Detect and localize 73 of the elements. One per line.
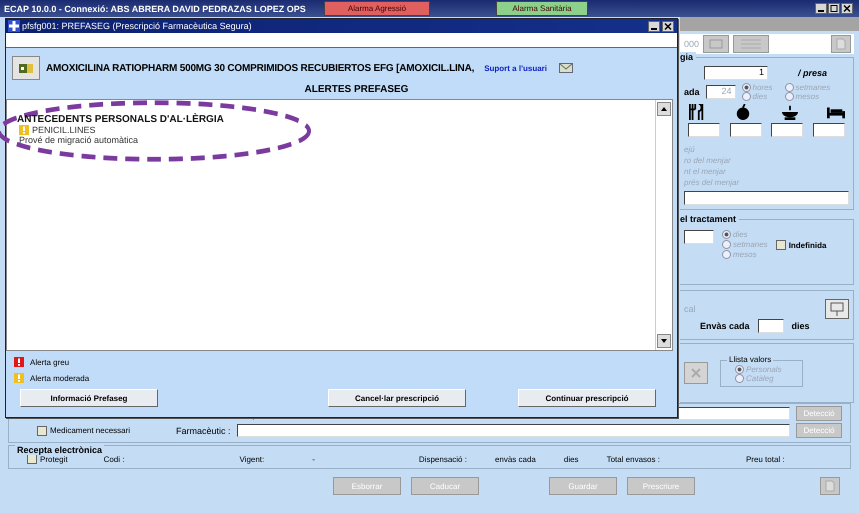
meal-field[interactable] — [812, 123, 845, 137]
every-label: Envàs cada — [700, 321, 750, 331]
unit-radio[interactable]: hores — [742, 83, 773, 92]
close-button[interactable] — [841, 3, 853, 14]
device-icon[interactable] — [825, 299, 849, 319]
alarm-button[interactable]: Alarma Sanitària — [496, 1, 588, 16]
unit-radio[interactable]: setmanes — [784, 83, 830, 92]
alerts-heading: ALERTES PREFASEG — [304, 83, 408, 97]
meal-field[interactable] — [688, 123, 720, 137]
prescription-field-label: - — [312, 454, 315, 464]
group-label: Llista valors — [727, 354, 774, 364]
document-icon[interactable] — [828, 35, 854, 53]
unit-radio[interactable]: mesos — [784, 92, 830, 101]
window-title: ECAP 10.0.0 - Connexió: ABS ABRERA DAVID PEDRAZAS LOPEZ OPS — [4, 4, 307, 14]
every-label: ada — [684, 87, 700, 97]
notes-field[interactable] — [684, 191, 849, 205]
duration-radio[interactable]: dies — [722, 230, 768, 239]
meal-field[interactable] — [771, 123, 804, 137]
maximize-button[interactable] — [828, 3, 840, 14]
meal-timing-option[interactable]: prés del menjar — [684, 177, 849, 188]
as-needed-label: cal — [684, 304, 696, 314]
value-list-radio[interactable]: Catàleg — [735, 374, 782, 382]
legend-label: Alerta moderada — [30, 374, 90, 382]
prescription-field-label: envàs cada — [494, 454, 536, 464]
prescription-field-label: Preu total : — [746, 454, 785, 464]
prescription-field-label: dies — [564, 454, 579, 464]
prescription-field-label: Vigent: — [239, 454, 264, 464]
dose-field[interactable]: 1 — [704, 66, 768, 80]
indefinite-checkbox[interactable]: Indefinida — [776, 240, 826, 250]
alarm-button[interactable]: Alarma Agressió — [324, 1, 430, 16]
duration-radio[interactable]: mesos — [722, 250, 768, 259]
close-button[interactable] — [662, 20, 674, 32]
interval-field[interactable]: 24 — [706, 85, 736, 99]
unit-label: dies — [792, 321, 810, 331]
value-list-radio[interactable]: Personals — [735, 364, 782, 374]
bowl-icon — [780, 104, 799, 120]
prescription-field-label: Total envasos : — [606, 454, 660, 464]
scrollbar[interactable] — [655, 100, 672, 350]
dialog-title: pfsfg001: PREFASEG (Prescripció Farmacèutica Segura) — [22, 21, 252, 31]
dialog-button[interactable]: Informació Prefaseg — [20, 389, 158, 407]
prescription-field-label: Codi : — [104, 454, 124, 464]
pharmacist-field[interactable] — [236, 424, 790, 437]
support-link[interactable]: Suport a l'usuari — [484, 64, 547, 72]
dose-unit: / presa — [798, 68, 828, 78]
minimize-button[interactable] — [815, 3, 827, 14]
prescription-field-label: Dispensació : — [418, 454, 467, 464]
legend-label: Alerta greu — [30, 358, 70, 366]
dialog-button[interactable]: Continuar prescripció — [518, 389, 656, 407]
pill-box-button[interactable] — [12, 56, 40, 80]
group-label: el tractament — [680, 214, 740, 224]
protected-checkbox[interactable]: Protegit — [27, 454, 68, 464]
app-icon — [8, 20, 20, 32]
cutlery-icon — [688, 104, 706, 120]
meal-timing-option[interactable]: ejú — [684, 144, 849, 155]
code-text: 000 — [684, 39, 700, 49]
alert-item[interactable]: PENICIL.LINES — [32, 125, 96, 135]
drug-name: AMOXICILINA RATIOPHARM 500MG 30 COMPRIMIDOS RECUBIERTOS EFG [AMOXICIL.LINA, — [46, 62, 474, 74]
alert-category: ANTECEDENTS PERSONALS D'AL·LÈRGIA — [17, 114, 225, 125]
meal-timing-option[interactable]: nt el menjar — [684, 166, 849, 177]
dispense-interval-field[interactable] — [758, 319, 784, 333]
group-label: Recepta electrònica — [15, 445, 104, 455]
duration-field[interactable] — [684, 230, 714, 244]
necessary-checkbox[interactable]: Medicament necessari — [37, 426, 130, 436]
group-label: gia — [680, 52, 696, 62]
meal-field[interactable] — [730, 123, 762, 137]
unit-radio[interactable]: dies — [742, 92, 773, 101]
duration-radio[interactable]: setmanes — [722, 240, 768, 249]
alert-note: Prové de migració automàtica — [19, 135, 140, 145]
pharmacist-label: Farmacèutic : — [176, 426, 231, 436]
dialog-button[interactable]: Cancel·lar prescripció — [328, 389, 466, 407]
minimize-button[interactable] — [648, 20, 660, 32]
envelope-icon[interactable] — [559, 63, 573, 73]
meal-timing-option[interactable]: ro del menjar — [684, 155, 849, 166]
